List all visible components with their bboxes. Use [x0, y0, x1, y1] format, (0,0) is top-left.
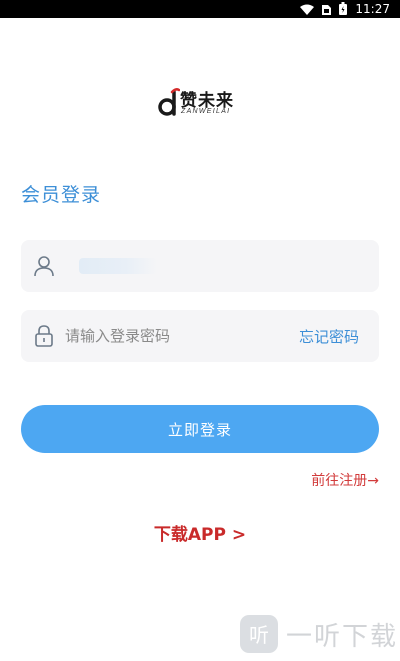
- watermark-badge-icon: 听: [240, 615, 278, 653]
- password-input[interactable]: [65, 324, 285, 348]
- status-icons: 11:27: [300, 0, 390, 18]
- status-time: 11:27: [355, 2, 390, 16]
- download-app-link[interactable]: 下载APP >: [0, 520, 400, 545]
- username-field[interactable]: [21, 240, 379, 292]
- password-field[interactable]: 忘记密码: [21, 310, 379, 362]
- user-icon: [33, 254, 55, 278]
- logo-subtitle: ZANWEILAI: [181, 108, 231, 115]
- battery-icon: [339, 0, 348, 19]
- status-bar: 11:27: [0, 0, 400, 18]
- wifi-icon: [300, 0, 315, 19]
- page-title: 会员登录: [21, 184, 102, 206]
- forgot-password-link[interactable]: 忘记密码: [299, 326, 359, 347]
- login-button[interactable]: 立即登录: [21, 405, 379, 453]
- username-value-blurred: [79, 258, 157, 274]
- sim-icon: [322, 0, 332, 19]
- watermark-text: 一听下载: [286, 621, 399, 652]
- register-link[interactable]: 前往注册→: [311, 470, 379, 490]
- watermark-badge-char: 听: [249, 623, 269, 647]
- app-logo: 赞未来 ZANWEILAI: [158, 84, 248, 120]
- watermark: 听 一听下载: [240, 612, 400, 656]
- lock-icon: [33, 324, 55, 348]
- logo-mark-icon: [158, 88, 180, 116]
